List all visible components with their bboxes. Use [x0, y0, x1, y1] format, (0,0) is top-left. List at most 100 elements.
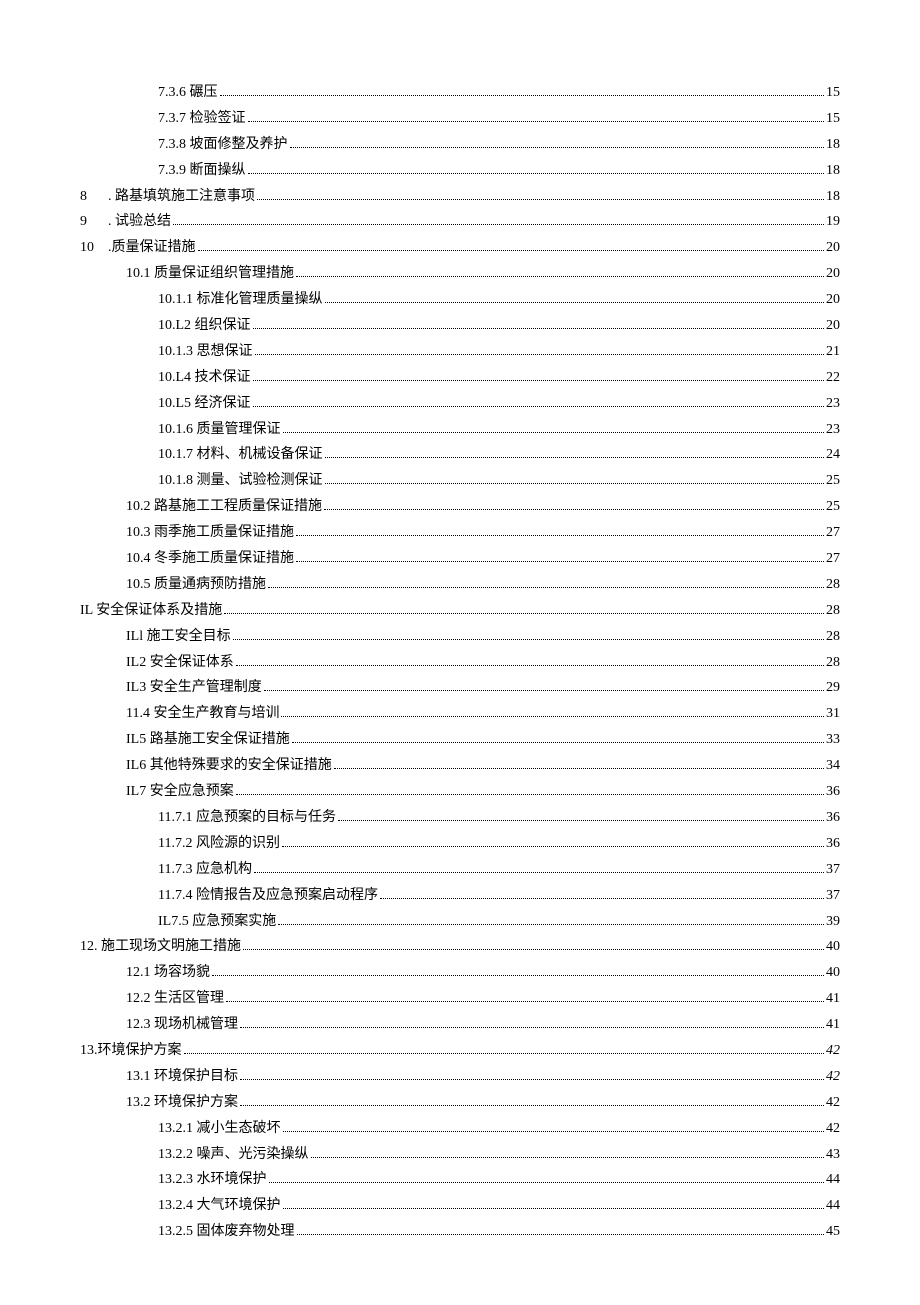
- toc-entry: 12. 施工现场文明施工措施40: [80, 934, 840, 960]
- toc-leader-dots: [173, 224, 824, 225]
- toc-entry-page: 39: [826, 909, 840, 935]
- toc-entry: IL7 安全应急预案36: [80, 779, 840, 805]
- toc-leader-dots: [334, 768, 824, 769]
- toc-leader-dots: [290, 147, 825, 148]
- toc-entry-label: 7.3.8 坡面修整及养护: [158, 132, 288, 158]
- toc-entry-page: 36: [826, 805, 840, 831]
- toc-entry-label: 13.2 环境保护方案: [126, 1090, 238, 1116]
- toc-entry-page: 24: [826, 442, 840, 468]
- toc-entry: 8. 路基填筑施工注意事项18: [80, 184, 840, 210]
- toc-entry-label: 11.7.4 险情报告及应急预案启动程序: [158, 883, 378, 909]
- toc-leader-dots: [268, 587, 824, 588]
- toc-entry-page: 22: [826, 365, 840, 391]
- toc-leader-dots: [278, 924, 824, 925]
- toc-entry-label: 10.4 冬季施工质量保证措施: [126, 546, 294, 572]
- toc-entry: 13.2.5 固体废弃物处理45: [80, 1219, 840, 1245]
- toc-leader-dots: [240, 1105, 824, 1106]
- toc-entry-page: 20: [826, 235, 840, 261]
- toc-entry-label: 13.2.1 减小生态破坏: [158, 1116, 281, 1142]
- toc-entry-page: 28: [826, 650, 840, 676]
- toc-leader-dots: [311, 1157, 825, 1158]
- toc-leader-dots: [324, 509, 824, 510]
- toc-entry-page: 27: [826, 546, 840, 572]
- toc-entry: 10.L4 技术保证22: [80, 365, 840, 391]
- toc-entry: 10.1.3 思想保证 21: [80, 339, 840, 365]
- toc-entry: 9. 试验总结 19: [80, 209, 840, 235]
- toc-leader-dots: [296, 535, 824, 536]
- toc-entry-page: 20: [826, 313, 840, 339]
- toc-entry-page: 20: [826, 287, 840, 313]
- toc-entry-label: 11.4 安全生产教育与培训: [126, 701, 279, 727]
- toc-leader-dots: [296, 276, 824, 277]
- toc-leader-dots: [283, 432, 825, 433]
- toc-list: 7.3.6 碾压157.3.7 检验签证157.3.8 坡面修整及养护187.3…: [80, 80, 840, 1245]
- toc-entry: 10.2 路基施工工程质量保证措施25: [80, 494, 840, 520]
- toc-entry-page: 42: [826, 1090, 840, 1116]
- toc-entry-page: 28: [826, 572, 840, 598]
- toc-entry: 13.1 环境保护目标42: [80, 1064, 840, 1090]
- toc-entry: IL 安全保证体系及措施28: [80, 598, 840, 624]
- toc-leader-dots: [184, 1053, 825, 1054]
- toc-entry-label: IL5 路基施工安全保证措施: [126, 727, 290, 753]
- toc-entry-prefix: 8: [80, 184, 108, 210]
- toc-entry: 10.1.8 测量、试验检测保证25: [80, 468, 840, 494]
- toc-entry: 11.7.3 应急机构37: [80, 857, 840, 883]
- toc-entry: 10.质量保证措施20: [80, 235, 840, 261]
- toc-entry-page: 21: [826, 339, 840, 365]
- toc-entry-page: 23: [826, 417, 840, 443]
- toc-entry: 13.环境保护方案42: [80, 1038, 840, 1064]
- toc-entry-page: 18: [826, 132, 840, 158]
- toc-entry: 10.1.1 标准化管理质量操纵 20: [80, 287, 840, 313]
- toc-leader-dots: [253, 380, 824, 381]
- toc-entry-label: IL3 安全生产管理制度: [126, 675, 262, 701]
- toc-entry: 11.7.1 应急预案的目标与任务36: [80, 805, 840, 831]
- toc-leader-dots: [255, 354, 825, 355]
- toc-entry: 10.L5 经济保证23: [80, 391, 840, 417]
- toc-leader-dots: [292, 742, 824, 743]
- toc-entry: IL3 安全生产管理制度29: [80, 675, 840, 701]
- toc-entry-label: 10.1.8 测量、试验检测保证: [158, 468, 323, 494]
- toc-entry-label: 7.3.7 检验签证: [158, 106, 246, 132]
- toc-leader-dots: [248, 121, 825, 122]
- toc-entry-page: 45: [826, 1219, 840, 1245]
- toc-entry-page: 42: [826, 1064, 840, 1090]
- toc-entry-page: 19: [826, 209, 840, 235]
- toc-entry: 12.3 现场机械管理41: [80, 1012, 840, 1038]
- toc-entry-label: 10.L2 组织保证: [158, 313, 251, 339]
- toc-entry-label: 11.7.2 风险源的识别: [158, 831, 280, 857]
- toc-entry-label: 10.L5 经济保证: [158, 391, 251, 417]
- toc-entry-page: 18: [826, 158, 840, 184]
- toc-entry-page: 37: [826, 883, 840, 909]
- toc-entry-label: 10.1.3 思想保证: [158, 339, 253, 365]
- toc-leader-dots: [253, 328, 824, 329]
- toc-entry-label: 10.5 质量通病预防措施: [126, 572, 266, 598]
- toc-entry-label: IL2 安全保证体系: [126, 650, 234, 676]
- toc-leader-dots: [224, 613, 824, 614]
- toc-entry-page: 28: [826, 624, 840, 650]
- toc-entry-label: IL 安全保证体系及措施: [80, 598, 222, 624]
- toc-leader-dots: [283, 1208, 825, 1209]
- toc-entry-label: 13.2.2 噪声、光污染操纵: [158, 1142, 309, 1168]
- toc-page: 7.3.6 碾压157.3.7 检验签证157.3.8 坡面修整及养护187.3…: [0, 0, 920, 1305]
- toc-entry: 10.3 雨季施工质量保证措施27: [80, 520, 840, 546]
- toc-entry-label: 9. 试验总结: [80, 209, 171, 235]
- toc-entry-label: IL7 安全应急预案: [126, 779, 234, 805]
- toc-entry-page: 31: [826, 701, 840, 727]
- toc-entry: IL2 安全保证体系 28: [80, 650, 840, 676]
- toc-entry-label: ILl 施工安全目标: [126, 624, 231, 650]
- toc-entry-label: 13.2.4 大气环境保护: [158, 1193, 281, 1219]
- toc-entry: 7.3.6 碾压15: [80, 80, 840, 106]
- toc-leader-dots: [233, 639, 824, 640]
- toc-leader-dots: [254, 872, 824, 873]
- toc-entry: 10.4 冬季施工质量保证措施 27: [80, 546, 840, 572]
- toc-entry: 12.1 场容场貌40: [80, 960, 840, 986]
- toc-leader-dots: [253, 406, 824, 407]
- toc-entry-label: 10.1.1 标准化管理质量操纵: [158, 287, 323, 313]
- toc-leader-dots: [281, 716, 824, 717]
- toc-entry-page: 37: [826, 857, 840, 883]
- toc-leader-dots: [283, 1131, 825, 1132]
- toc-entry-page: 41: [826, 986, 840, 1012]
- toc-entry-label: IL7.5 应急预案实施: [158, 909, 276, 935]
- toc-leader-dots: [325, 483, 825, 484]
- toc-entry: 13.2.4 大气环境保护44: [80, 1193, 840, 1219]
